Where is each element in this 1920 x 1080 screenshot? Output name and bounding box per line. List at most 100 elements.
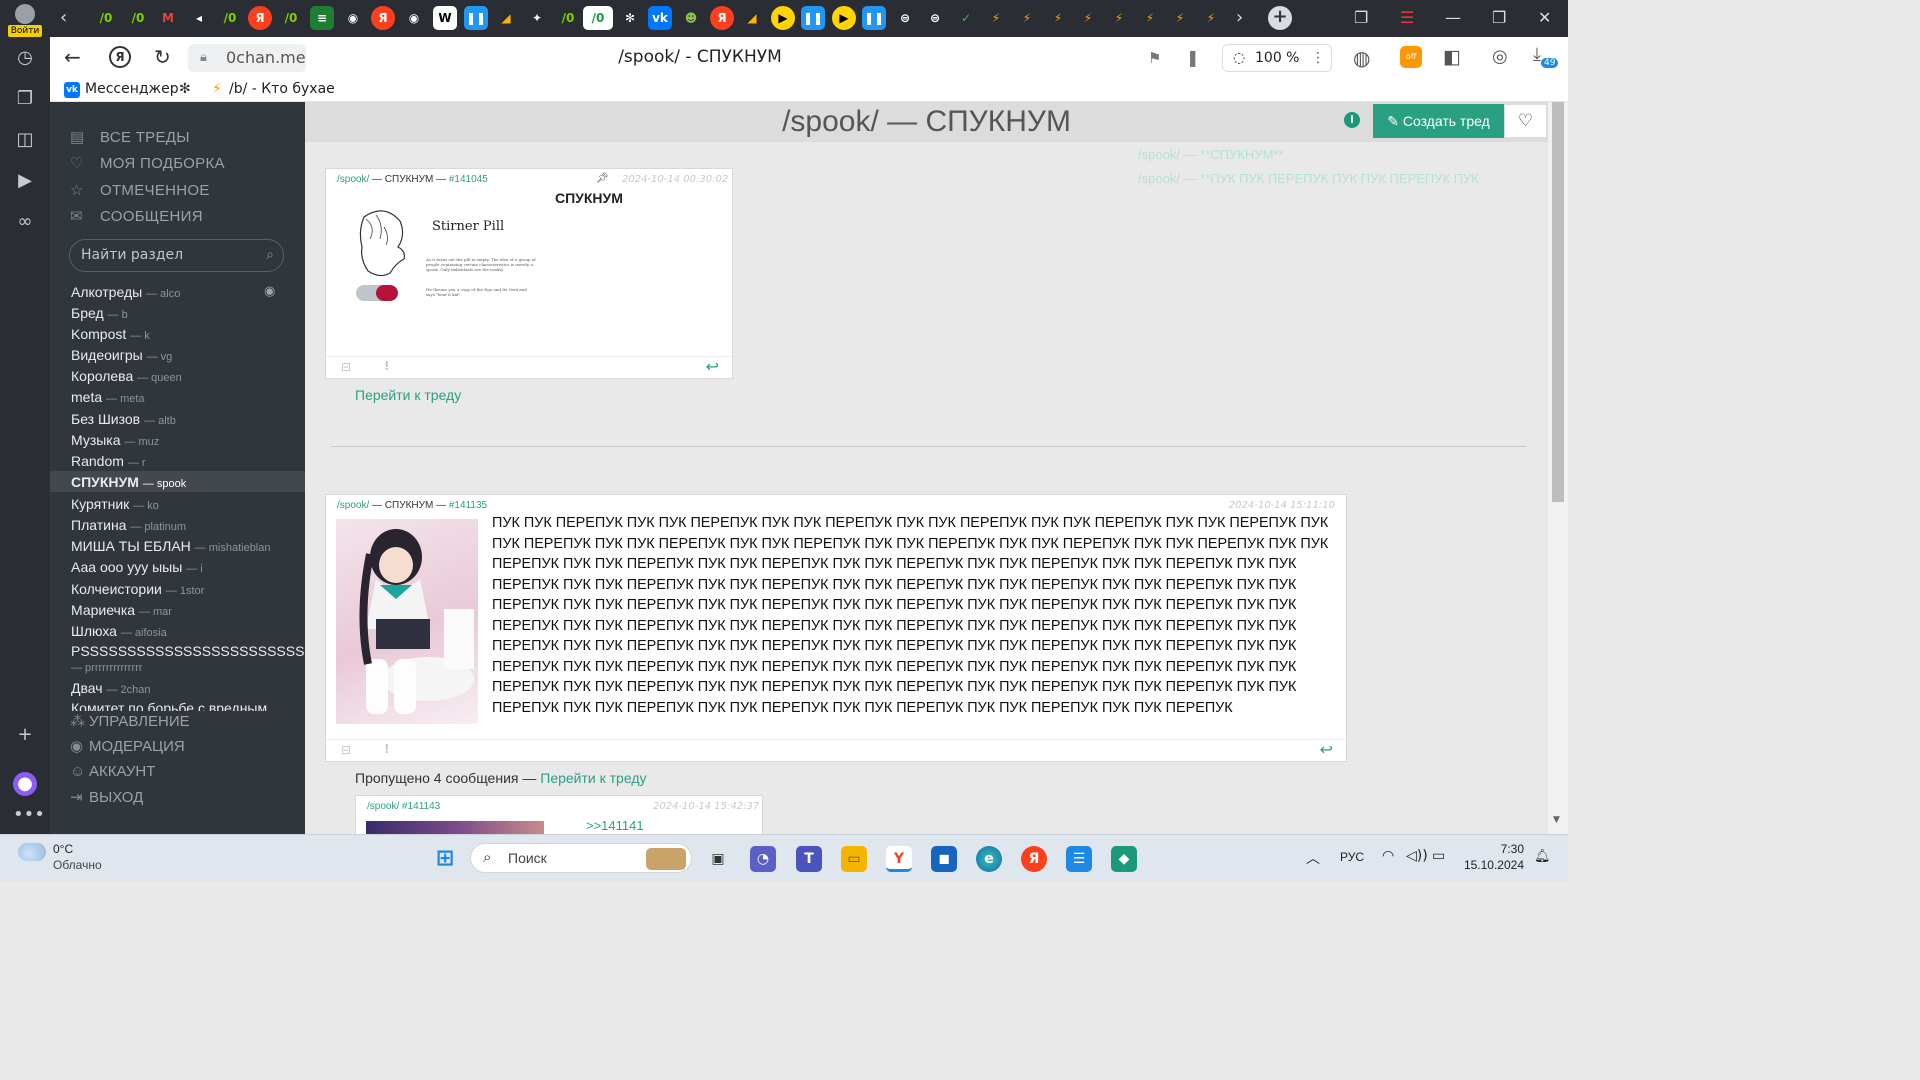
board-item[interactable]: Ааа ооо ууу ыыы — i: [71, 559, 203, 575]
post-board[interactable]: /spook/: [337, 500, 369, 511]
tab-image-icon[interactable]: ◢: [740, 6, 764, 30]
tab-wiki-icon[interactable]: W: [433, 6, 457, 30]
board-item[interactable]: Курятник — ko: [71, 496, 159, 512]
tab-yandex-icon[interactable]: Я: [371, 6, 395, 30]
tray-expand-icon[interactable]: ︿: [1306, 848, 1320, 868]
recent-thread-link[interactable]: /spook/ — **ПУК ПУК ПЕРЕПУК ПУК ПУК ПЕРЕ…: [1138, 171, 1479, 186]
board-item[interactable]: Kompost — k: [71, 326, 150, 342]
bookmark-b-board[interactable]: /b/ - Кто бухает в: [229, 81, 334, 97]
alice-icon[interactable]: ●: [13, 772, 37, 796]
tab-lightning-icon[interactable]: ⚡: [1107, 6, 1131, 30]
post-board[interactable]: /spook/: [337, 174, 369, 185]
tabs-left-icon[interactable]: ‹: [60, 7, 67, 28]
report-icon[interactable]: !: [384, 359, 389, 373]
adblock-icon[interactable]: off: [1400, 46, 1422, 68]
security-icon[interactable]: ◆: [1111, 846, 1137, 872]
board-item[interactable]: Платина — platinum: [71, 517, 186, 533]
scrollbar-thumb[interactable]: [1552, 102, 1564, 502]
nav-messages[interactable]: ✉ СООБЩЕНИЯ: [70, 207, 203, 225]
recent-thread-link[interactable]: /spook/ — **СПУКНУМ**: [1138, 147, 1283, 162]
taskbar-search[interactable]: ⌕ Поиск: [470, 843, 692, 873]
close-icon[interactable]: ✕: [1538, 8, 1551, 27]
reply-link[interactable]: >>141141: [586, 818, 644, 833]
screenshot-icon[interactable]: ◫: [13, 128, 37, 152]
board-item[interactable]: Random — r: [71, 453, 146, 469]
collapse-icon[interactable]: ⊟: [341, 360, 351, 374]
nav-logout[interactable]: ⇥ ВЫХОД: [70, 788, 143, 806]
globe-icon[interactable]: ◍: [1353, 46, 1370, 70]
reload-icon[interactable]: ↻: [154, 45, 171, 69]
yandex-icon[interactable]: Я: [1021, 846, 1047, 872]
board-item[interactable]: PSSSSSSSSSSSSSSSSSSSSSSSSSSSSSS — prrrrrr…: [71, 644, 305, 676]
tabs-right-icon[interactable]: ›: [1236, 7, 1243, 28]
board-item-active[interactable]: СПУКНУМ — spook: [50, 471, 305, 492]
protect-icon[interactable]: ◎: [1492, 46, 1508, 67]
board-item[interactable]: Колчеистории — 1stor: [71, 581, 204, 597]
battery-icon[interactable]: ▭: [1432, 848, 1445, 864]
yandex-home-icon[interactable]: Я: [109, 46, 131, 68]
edge-icon[interactable]: e: [976, 846, 1002, 872]
tab-pause-icon[interactable]: ❚❚: [801, 6, 825, 30]
scroll-down-icon[interactable]: ▼: [1553, 815, 1560, 825]
post-image[interactable]: [336, 519, 478, 724]
explorer-icon[interactable]: ▭: [841, 846, 867, 872]
tab-active-0chan[interactable]: /0: [583, 6, 613, 30]
tab-lightning-icon[interactable]: ⚡: [1138, 6, 1162, 30]
new-tab-button[interactable]: +: [1268, 6, 1292, 30]
collapse-icon[interactable]: ⊟: [341, 743, 351, 757]
tab-pause-icon[interactable]: ❚❚: [464, 6, 488, 30]
login-button[interactable]: Войти: [8, 4, 42, 37]
tab-pause-icon[interactable]: ◉: [402, 6, 426, 30]
goto-thread-link[interactable]: Перейти к треду: [540, 770, 646, 786]
board-item[interactable]: Без Шизов — altb: [71, 411, 176, 427]
volume-icon[interactable]: ◁)): [1406, 848, 1428, 864]
tab-0chan[interactable]: /0: [218, 6, 242, 30]
language-indicator[interactable]: РУС: [1340, 850, 1364, 864]
tab-0chan[interactable]: /0: [556, 6, 580, 30]
tab-doc-icon[interactable]: ≡: [310, 6, 334, 30]
goto-thread-link[interactable]: Перейти к треду: [355, 387, 461, 403]
board-item[interactable]: Шлюха — aifosia: [71, 623, 167, 639]
board-item[interactable]: meta — meta: [71, 389, 145, 405]
post-id[interactable]: #141143: [402, 801, 440, 812]
board-search-input[interactable]: Найти раздел ⌕: [69, 239, 284, 272]
notification-bell-icon[interactable]: 🔔︎: [1534, 849, 1551, 864]
nav-my-selection[interactable]: ♡ МОЯ ПОДБОРКА: [70, 154, 225, 172]
tab-0chan[interactable]: /0: [94, 6, 118, 30]
board-item[interactable]: Алкотреды — alco: [71, 284, 180, 300]
board-item[interactable]: Бред — b: [71, 305, 128, 321]
tab-circle-icon[interactable]: ⊜: [893, 6, 917, 30]
zoom-control[interactable]: ◌ 100 % ⋮: [1222, 44, 1332, 72]
board-item[interactable]: Комитет по борьбе с вредным: [71, 700, 267, 711]
tab-lightning-icon[interactable]: ⚡: [1076, 6, 1100, 30]
board-item[interactable]: Королева — queen: [71, 368, 182, 384]
collections-icon[interactable]: ❐: [13, 87, 37, 111]
tab-play-icon[interactable]: ▶: [832, 6, 856, 30]
tab-manager-icon[interactable]: ❐: [1354, 8, 1368, 27]
weather-icon[interactable]: [18, 843, 46, 861]
report-icon[interactable]: !: [384, 742, 389, 756]
post-image[interactable]: Stirner Pill As it turns out the pill is…: [336, 197, 541, 357]
gear-icon[interactable]: ✻: [179, 81, 191, 97]
clock-time[interactable]: 7:30: [1490, 842, 1524, 856]
bookmark-icon[interactable]: ❚: [1186, 48, 1199, 67]
tab-0chan[interactable]: /0: [126, 6, 150, 30]
minimize-icon[interactable]: —: [1445, 8, 1461, 27]
tab-pause-icon[interactable]: ◉: [341, 6, 365, 30]
post-image[interactable]: [366, 821, 544, 834]
menu-icon[interactable]: ☰: [1400, 8, 1414, 27]
tab-lightning-icon[interactable]: ⚡: [1168, 6, 1192, 30]
mirror-icon[interactable]: ∞: [13, 210, 37, 234]
reply-icon[interactable]: ↩: [1320, 740, 1333, 759]
tab-star-icon[interactable]: ✦: [525, 6, 549, 30]
nav-moderation[interactable]: ◉ МОДЕРАЦИЯ: [70, 737, 185, 755]
tab-lightning-icon[interactable]: ⚡: [1199, 6, 1223, 30]
tab-lightning-icon[interactable]: ⚡: [984, 6, 1008, 30]
translate-icon[interactable]: ⚑: [1148, 49, 1161, 67]
board-item[interactable]: Видеоигры — vg: [71, 347, 172, 363]
nav-account[interactable]: ☺ АККАУНТ: [70, 763, 155, 780]
tab-circle-icon[interactable]: ⊜: [923, 6, 947, 30]
chat-app-icon[interactable]: ◔: [750, 846, 776, 872]
bookmark-messenger[interactable]: Мессенджер: [85, 81, 179, 97]
board-item[interactable]: Музыка — muz: [71, 432, 159, 448]
